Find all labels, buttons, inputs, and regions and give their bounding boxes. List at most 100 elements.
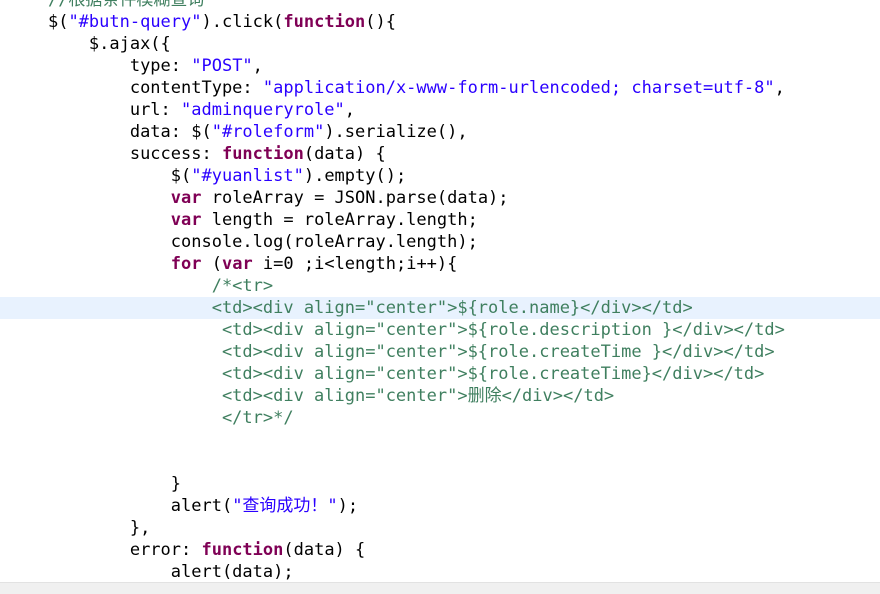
code-text: (data) { — [283, 540, 366, 560]
code-line[interactable]: type: "POST", — [0, 55, 880, 77]
code-line[interactable]: console.log(roleArray.length); — [0, 231, 880, 253]
code-string: "查询成功！" — [232, 496, 338, 516]
code-line[interactable]: for (var i=0 ;i<length;i++){ — [0, 253, 880, 275]
code-comment: /*<tr> — [211, 276, 274, 296]
code-text: ).empty(); — [303, 166, 407, 186]
code-text: type: — [129, 56, 192, 76]
code-keyword: var — [170, 188, 202, 208]
code-keyword: var — [221, 254, 253, 274]
code-line[interactable]: var roleArray = JSON.parse(data); — [0, 187, 880, 209]
code-text: , — [774, 78, 785, 98]
code-line[interactable] — [0, 451, 880, 473]
code-text: url: — [129, 100, 182, 120]
code-text: ); — [337, 496, 359, 516]
code-line-current[interactable]: <td><div align="center">${role.name}</di… — [0, 297, 880, 319]
code-text: (){ — [365, 12, 396, 32]
code-string: "#butn-query" — [68, 12, 202, 32]
code-text: , — [252, 56, 263, 76]
code-text: success: — [129, 144, 222, 164]
code-text: ).serialize(), — [324, 122, 468, 142]
code-text: roleArray = JSON.parse(data); — [201, 188, 509, 208]
code-line[interactable]: success: function(data) { — [0, 143, 880, 165]
code-line[interactable]: error: function(data) { — [0, 539, 880, 561]
code-comment: <td><div align="center">删除</div></td> — [221, 386, 615, 406]
code-line[interactable]: url: "adminqueryrole", — [0, 99, 880, 121]
code-line[interactable]: <td><div align="center">删除</div></td> — [0, 385, 880, 407]
code-string: "application/x-www-form-urlencoded; char… — [262, 78, 775, 98]
code-editor[interactable]: //根据条件模糊查询 $("#butn-query").click(functi… — [0, 0, 880, 594]
code-line[interactable]: contentType: "application/x-www-form-url… — [0, 77, 880, 99]
code-line[interactable] — [0, 429, 880, 451]
code-keyword: function — [201, 540, 284, 560]
code-string: "#roleform" — [211, 122, 325, 142]
code-line[interactable]: alert(data); — [0, 561, 880, 583]
code-text: }, — [129, 518, 151, 538]
code-text: console.log(roleArray.length); — [170, 232, 478, 252]
code-string: "POST" — [191, 56, 253, 76]
code-text: alert(data); — [170, 562, 294, 582]
code-line[interactable]: <td><div align="center">${role.createTim… — [0, 341, 880, 363]
code-comment: <td><div align="center">${role.name}</di… — [211, 298, 693, 318]
code-line[interactable]: data: $("#roleform").serialize(), — [0, 121, 880, 143]
code-line[interactable]: var length = roleArray.length; — [0, 209, 880, 231]
code-keyword: var — [170, 210, 202, 230]
code-text: ).click( — [201, 12, 284, 32]
code-line[interactable]: $("#butn-query").click(function(){ — [0, 11, 880, 33]
horizontal-scrollbar[interactable] — [0, 582, 880, 594]
code-string: "#yuanlist" — [191, 166, 304, 186]
code-line[interactable]: /*<tr> — [0, 275, 880, 297]
code-comment: //根据条件模糊查询 — [47, 0, 205, 10]
code-line[interactable]: $("#yuanlist").empty(); — [0, 165, 880, 187]
code-line[interactable]: alert("查询成功！"); — [0, 495, 880, 517]
code-comment: <td><div align="center">${role.createTim… — [221, 342, 775, 362]
code-string: "adminqueryrole" — [181, 100, 345, 120]
code-text: data: $( — [129, 122, 212, 142]
code-line[interactable]: <td><div align="center">${role.createTim… — [0, 363, 880, 385]
code-text: } — [170, 474, 182, 494]
code-keyword: function — [221, 144, 304, 164]
code-comment: <td><div align="center">${role.createTim… — [221, 364, 765, 384]
code-line[interactable]: $.ajax({ — [0, 33, 880, 55]
code-text: alert( — [170, 496, 233, 516]
code-text: length = roleArray.length; — [201, 210, 478, 230]
code-line[interactable]: </tr>*/ — [0, 407, 880, 429]
code-line[interactable]: } — [0, 473, 880, 495]
code-line[interactable]: }, — [0, 517, 880, 539]
code-text: error: — [129, 540, 202, 560]
code-line[interactable]: //根据条件模糊查询 — [0, 0, 880, 11]
code-text: i=0 ;i<length;i++){ — [252, 254, 458, 274]
code-keyword: for — [170, 254, 202, 274]
code-line[interactable]: <td><div align="center">${role.descripti… — [0, 319, 880, 341]
code-text: , — [344, 100, 356, 120]
code-text: $( — [170, 166, 192, 186]
code-keyword: function — [283, 12, 366, 32]
code-comment: <td><div align="center">${role.descripti… — [221, 320, 785, 340]
code-text: $.ajax({ — [88, 34, 171, 54]
code-text: $( — [47, 12, 69, 32]
code-text: ( — [201, 254, 222, 274]
